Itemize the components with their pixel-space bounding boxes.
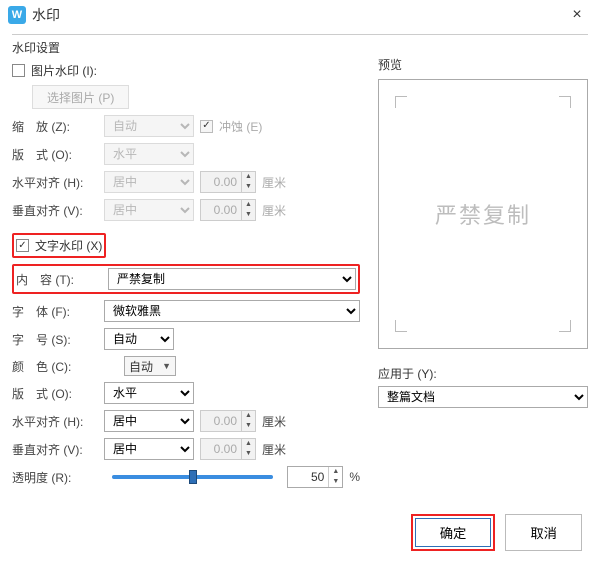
size-select[interactable]: 自动	[104, 328, 174, 350]
image-watermark-label: 图片水印 (I):	[31, 62, 97, 79]
opacity-slider[interactable]	[112, 475, 273, 479]
color-label: 颜 色 (C):	[12, 358, 98, 375]
apply-select[interactable]: 整篇文档	[378, 386, 588, 408]
image-valign-label: 垂直对齐 (V):	[12, 202, 98, 219]
text-layout-select[interactable]: 水平	[104, 382, 194, 404]
zoom-select: 自动	[104, 115, 194, 137]
text-halign-spin: 0.00▲▼	[200, 410, 256, 432]
erode-checkbox	[200, 120, 213, 133]
image-layout-select: 水平	[104, 143, 194, 165]
content-label: 内 容 (T):	[16, 271, 102, 288]
text-halign-unit: 厘米	[262, 413, 286, 430]
font-label: 字 体 (F):	[12, 303, 98, 320]
text-layout-label: 版 式 (O):	[12, 385, 98, 402]
watermark-settings-group: 水印设置 图片水印 (I): 选择图片 (P) 缩 放 (Z): 自动 冲蚀 (…	[12, 34, 588, 551]
text-watermark-checkbox[interactable]	[16, 239, 29, 252]
titlebar: W 水印 ×	[0, 0, 600, 30]
slider-thumb[interactable]	[189, 470, 197, 484]
image-halign-unit: 厘米	[262, 174, 286, 191]
preview-watermark-text: 严禁复制	[435, 198, 531, 230]
opacity-unit: %	[349, 470, 360, 484]
image-layout-label: 版 式 (O):	[12, 146, 98, 163]
text-halign-label: 水平对齐 (H):	[12, 413, 98, 430]
app-logo: W	[8, 6, 26, 24]
text-watermark-label: 文字水印 (X)	[35, 237, 102, 254]
cancel-button[interactable]: 取消	[505, 514, 582, 551]
image-halign-spin: 0.00▲▼	[200, 171, 256, 193]
content-select[interactable]: 严禁复制	[108, 268, 356, 290]
size-label: 字 号 (S):	[12, 331, 98, 348]
image-halign-label: 水平对齐 (H):	[12, 174, 98, 191]
image-valign-unit: 厘米	[262, 202, 286, 219]
opacity-spin[interactable]: 50▲▼	[287, 466, 343, 488]
select-image-button[interactable]: 选择图片 (P)	[32, 85, 129, 109]
erode-label: 冲蚀 (E)	[219, 118, 262, 135]
zoom-label: 缩 放 (Z):	[12, 118, 98, 135]
preview-label: 预览	[378, 56, 588, 73]
preview-box: 严禁复制	[378, 79, 588, 349]
opacity-label: 透明度 (R):	[12, 469, 98, 486]
text-valign-unit: 厘米	[262, 441, 286, 458]
apply-label: 应用于 (Y):	[378, 365, 588, 382]
color-picker[interactable]: 自动▼	[124, 356, 176, 376]
image-watermark-checkbox[interactable]	[12, 64, 25, 77]
font-select[interactable]: 微软雅黑	[104, 300, 360, 322]
text-halign-select[interactable]: 居中	[104, 410, 194, 432]
window-title: 水印	[32, 5, 562, 25]
text-valign-label: 垂直对齐 (V):	[12, 441, 98, 458]
group-legend: 水印设置	[12, 39, 66, 56]
close-button[interactable]: ×	[562, 6, 592, 24]
ok-button[interactable]: 确定	[415, 518, 492, 547]
image-valign-spin: 0.00▲▼	[200, 199, 256, 221]
text-valign-select[interactable]: 居中	[104, 438, 194, 460]
image-valign-select: 居中	[104, 199, 194, 221]
text-valign-spin: 0.00▲▼	[200, 438, 256, 460]
image-halign-select: 居中	[104, 171, 194, 193]
